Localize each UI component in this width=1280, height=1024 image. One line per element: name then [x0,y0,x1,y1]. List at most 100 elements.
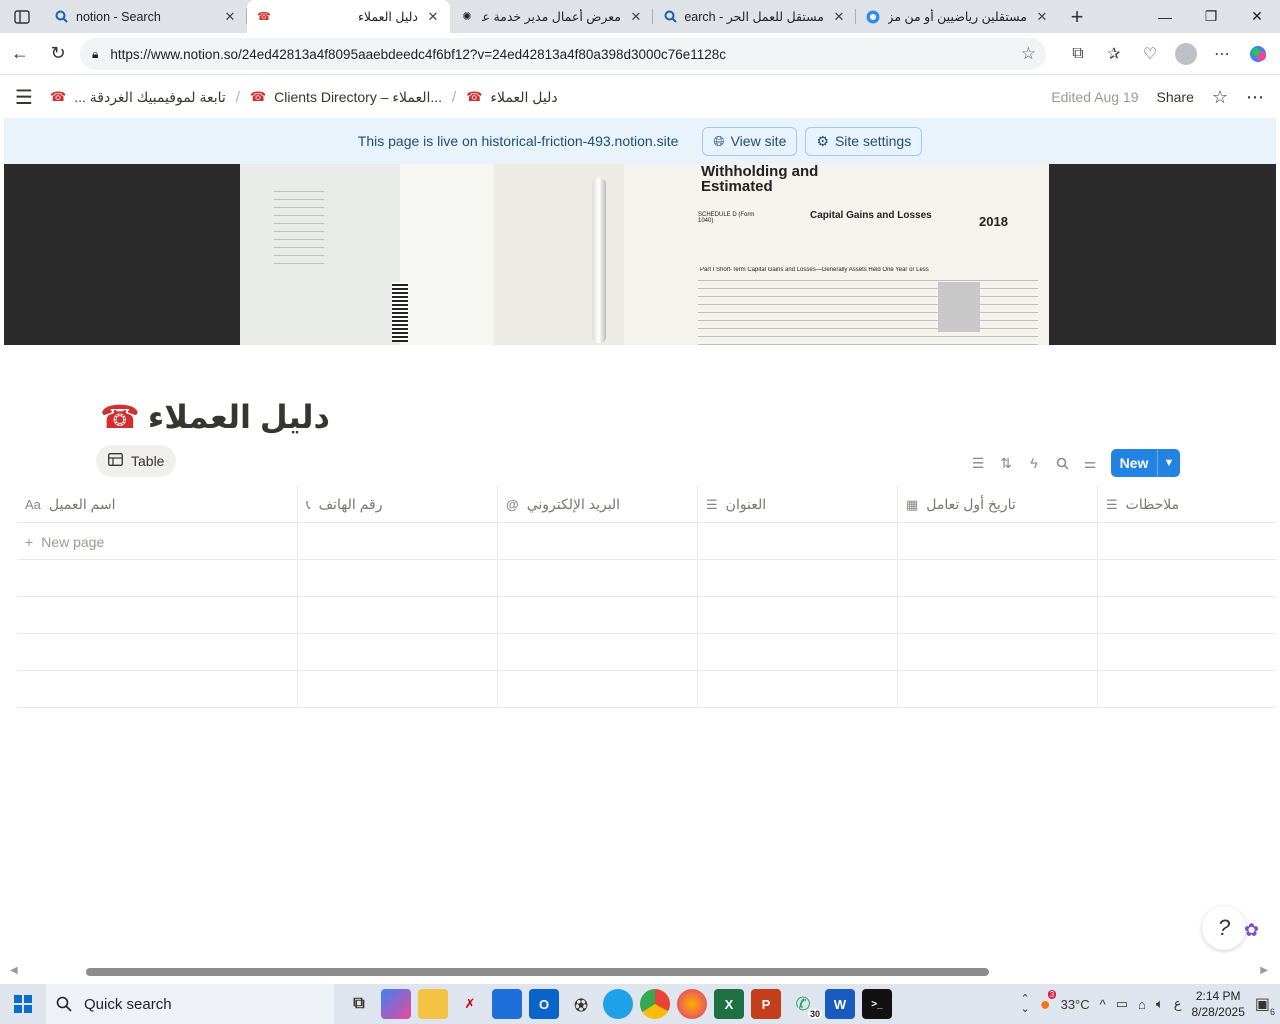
browser-tab[interactable]: notion - Search ✕ [44,0,247,33]
table-cell[interactable] [498,560,698,597]
close-icon[interactable]: ✕ [223,9,237,25]
restore-icon[interactable]: ❐ [1188,0,1234,33]
more-options-icon[interactable]: ⋯ [1206,38,1238,70]
terminal-icon[interactable]: >_ [862,989,892,1019]
table-cell[interactable] [898,634,1098,671]
soccer-ball-icon[interactable]: ⚽︎ [566,989,596,1019]
table-cell[interactable] [17,597,298,634]
whatsapp-icon[interactable]: ✆ 30 [788,989,822,1019]
column-header[interactable]: ▦ تاريخ أول تعامل [898,486,1098,523]
edge-icon[interactable] [603,989,633,1019]
column-header[interactable]: @ البريد الإلكتروني [498,486,698,523]
table-cell[interactable] [498,523,698,560]
tab-actions-menu-icon[interactable] [0,0,44,33]
search-icon[interactable] [1052,449,1072,477]
breadcrumb-item[interactable]: ☎ تابعة لموفيمبيك الغردقة ... [44,89,232,106]
filter-icon[interactable]: ☰ [968,449,988,477]
breadcrumb-item[interactable]: ☎ Clients Directory – العملاء... [244,89,448,106]
language-indicator[interactable]: ع [1174,996,1182,1012]
table-cell[interactable] [298,597,498,634]
table-row[interactable]: + New page [17,523,1276,560]
start-button[interactable] [0,984,46,1024]
table-cell[interactable] [17,634,298,671]
scroll-right-icon[interactable]: ▶ [1260,965,1268,976]
table-cell[interactable] [898,523,1098,560]
chevron-down-icon[interactable]: ▼ [1158,457,1180,469]
taskbar-search[interactable]: Quick search [46,984,334,1024]
table-cell[interactable] [298,671,498,708]
table-cell[interactable] [698,523,898,560]
table-cell[interactable] [17,671,298,708]
table-cell[interactable] [17,560,298,597]
column-header[interactable]: 📞︎ رقم الهاتف [298,486,498,523]
horizontal-scrollbar[interactable]: ◀ ▶ [4,964,1276,980]
chevron-up-icon[interactable]: ⌃ ⌄ [1021,994,1030,1015]
new-tab-button[interactable]: + [1059,0,1095,33]
refresh-icon[interactable]: ↻ [40,36,76,72]
table-row[interactable] [17,560,1276,597]
automation-lightning-icon[interactable]: ϟ [1024,449,1044,477]
column-header[interactable]: ☰ العنوان [698,486,898,523]
breadcrumb-item[interactable]: ☎ دليل العملاء [460,89,563,106]
new-page-button[interactable]: + New page [17,523,298,560]
browser-tab[interactable]: ✺ معرض أعمال مدير خدمة عملا ✕ [450,0,653,33]
view-site-button[interactable]: 🌐︎ View site [702,126,798,156]
close-icon[interactable]: ✕ [426,9,440,25]
scroll-left-icon[interactable]: ◀ [10,965,18,976]
share-button[interactable]: Share [1157,89,1194,105]
table-cell[interactable] [698,634,898,671]
table-cell[interactable] [498,634,698,671]
sketch-app-icon[interactable]: ✗ [455,989,485,1019]
table-row[interactable] [17,634,1276,671]
table-cell[interactable] [298,560,498,597]
table-cell[interactable] [898,671,1098,708]
close-icon[interactable]: ✕ [1035,9,1049,25]
table-cell[interactable] [898,560,1098,597]
table-cell[interactable] [1098,560,1276,597]
store-icon[interactable] [492,989,522,1019]
word-icon[interactable]: W [825,989,855,1019]
page-title[interactable]: ☎ دليل العملاء [100,392,330,442]
view-settings-icon[interactable]: ⚌ [1080,449,1100,477]
favorite-star-icon[interactable]: ☆ [1021,44,1036,64]
extensions-icon[interactable]: ⧉ [1062,38,1094,70]
favorites-icon[interactable]: ✰ [1098,38,1130,70]
table-cell[interactable] [298,634,498,671]
table-cell[interactable] [498,597,698,634]
outlook-icon[interactable]: O [529,989,559,1019]
excel-icon[interactable]: X [714,989,744,1019]
file-explorer-icon[interactable] [418,989,448,1019]
close-icon[interactable]: ✕ [629,9,643,25]
telephone-icon[interactable]: ☎ [100,398,140,436]
column-header[interactable]: ☰ ملاحظات [1098,486,1276,523]
copilot-app-icon[interactable] [381,989,411,1019]
close-window-icon[interactable]: ✕ [1234,0,1280,33]
chrome-icon[interactable] [640,989,670,1019]
table-cell[interactable] [698,671,898,708]
clock[interactable]: 2:14 PM 8/28/2025 [1191,988,1244,1020]
volume-icon[interactable]: 🔈︎ [1156,996,1164,1012]
minimize-icon[interactable]: — [1142,0,1188,33]
scrollbar-thumb[interactable] [86,968,989,976]
notification-icon[interactable]: ▣ 6 [1255,994,1275,1017]
favorite-star-icon[interactable]: ☆ [1212,87,1228,108]
back-arrow-icon[interactable]: ← [2,36,38,72]
heartbeat-icon[interactable]: ♡ [1134,38,1166,70]
browser-tab-active[interactable]: ☎ دليل العملاء ✕ [247,0,450,33]
weather-icon[interactable]: ● 3 [1040,989,1057,1015]
table-cell[interactable] [698,560,898,597]
task-view-icon[interactable]: ⧉ [344,989,374,1019]
more-options-icon[interactable]: ⋯ [1246,87,1264,108]
page-title-text[interactable]: دليل العملاء [148,398,330,436]
view-tab-table[interactable]: Table [96,445,177,477]
network-icon[interactable]: ▭ [1116,996,1128,1012]
page-cover-image[interactable]: Withholding and Estimated Capital Gains … [4,164,1276,345]
browser-tab[interactable]: مستقل للعمل الحر - Search ✕ [653,0,856,33]
lock-icon[interactable]: 🔒︎ [92,47,98,62]
table-cell[interactable] [298,523,498,560]
url-input[interactable]: 🔒︎ https://www.notion.so/24ed42813a4f809… [80,38,1046,70]
copilot-icon[interactable] [1242,38,1274,70]
profile-avatar[interactable] [1170,38,1202,70]
site-settings-button[interactable]: ⚙ Site settings [805,126,923,156]
show-hidden-icons[interactable]: ^ [1100,997,1106,1012]
